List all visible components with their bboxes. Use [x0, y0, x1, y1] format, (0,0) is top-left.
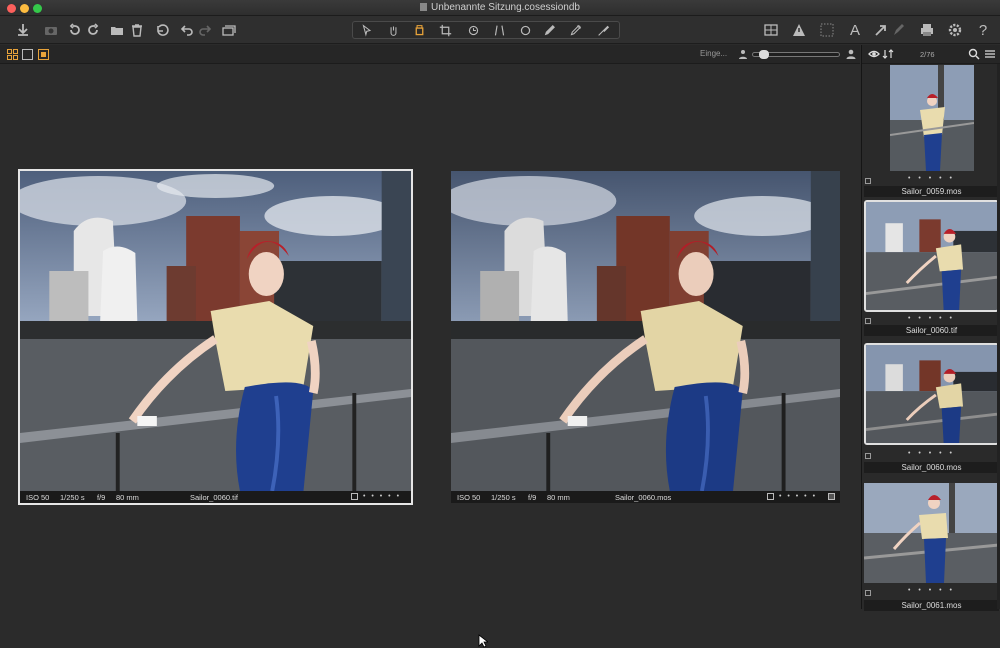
thumbnail-rating[interactable]: • • • • • [864, 175, 999, 182]
thumbnail-image [890, 65, 974, 171]
iso-value: ISO 50 [26, 493, 50, 502]
brush-icon[interactable] [539, 23, 559, 38]
circle-icon[interactable] [515, 23, 535, 38]
caption-left: ISO 50 1/250 s f/9 80 mm Sailor_0060.tif… [20, 491, 411, 503]
thumbnail-checkbox[interactable] [865, 318, 871, 324]
document-icon [420, 3, 427, 11]
trash-icon[interactable] [128, 21, 146, 39]
rotate-icon[interactable] [463, 23, 483, 38]
undo-icon[interactable] [178, 21, 196, 39]
zoom-slider[interactable] [752, 50, 840, 59]
thumbnail-checkbox[interactable] [865, 590, 871, 596]
photo-left [20, 171, 411, 491]
iso-value: ISO 50 [457, 493, 481, 502]
select-checkbox[interactable] [767, 493, 774, 500]
camera-icon[interactable] [42, 21, 60, 39]
filename-label: Sailor_0060.mos [615, 493, 672, 502]
thumbnail-rating[interactable]: • • • • • [864, 450, 999, 457]
warning-icon[interactable] [790, 21, 808, 39]
sailor-photo-right [451, 171, 840, 491]
select-checkbox[interactable] [351, 493, 358, 500]
focal-value: 80 mm [547, 493, 570, 502]
sort-icon[interactable] [882, 48, 894, 60]
eraser-icon[interactable] [565, 23, 585, 38]
thumbnail-checkbox[interactable] [865, 453, 871, 459]
shutter-value: 1/250 s [60, 493, 85, 502]
thumbnail-photo [890, 65, 974, 171]
person-large-icon [846, 49, 856, 59]
browser-panel: 2/76 • • • • • Sailor_0059.mos • • • • •… [861, 45, 1000, 611]
window-title-text: Unbenannte Sitzung.cosessiondb [431, 2, 580, 13]
caption-right: ISO 50 1/250 s f/9 80 mm Sailor_0060.mos… [451, 491, 840, 503]
thumbnail-image [864, 483, 999, 583]
photo-right [451, 171, 840, 491]
focus-icon[interactable] [818, 21, 836, 39]
color-tag-icon[interactable] [828, 493, 835, 500]
cursor-tools-group [352, 21, 620, 39]
single-view-icon[interactable] [22, 49, 33, 60]
copy-icon[interactable] [220, 21, 238, 39]
crop-bucket-icon[interactable] [409, 23, 429, 38]
print-icon[interactable] [918, 21, 936, 39]
settings-icon[interactable] [946, 21, 964, 39]
shutter-value: 1/250 s [491, 493, 516, 502]
image-counter: 2/76 [920, 50, 935, 59]
keystone-icon[interactable] [489, 23, 509, 38]
text-icon[interactable]: A [846, 21, 864, 39]
rating-dots[interactable]: • • • • • [363, 493, 401, 500]
folder-icon[interactable] [108, 21, 126, 39]
thumbnail-rating[interactable]: • • • • • [864, 587, 999, 594]
thumbnail-name: Sailor_0061.mos [864, 600, 999, 611]
apply-icon[interactable] [872, 21, 890, 39]
viewer-subbar: Einge... [0, 45, 860, 64]
crop-icon[interactable] [435, 23, 455, 38]
primary-view-icon[interactable] [38, 49, 49, 60]
aperture-value: f/9 [528, 493, 537, 502]
reset-icon[interactable] [152, 21, 170, 39]
rotate-left-icon[interactable] [66, 21, 84, 39]
window-title: Unbenannte Sitzung.cosessiondb [0, 2, 1000, 13]
thumbnail-name: Sailor_0059.mos [864, 186, 999, 197]
person-small-icon [739, 50, 747, 59]
search-icon[interactable] [968, 48, 980, 60]
thumbnail-checkbox[interactable] [865, 178, 871, 184]
sailor-photo-left [20, 171, 411, 491]
picker-icon[interactable] [593, 23, 613, 38]
focal-value: 80 mm [116, 493, 139, 502]
thumbnail-rating[interactable]: • • • • • [864, 315, 999, 322]
pencil-icon[interactable] [890, 21, 908, 39]
browser-toolbar: 2/76 [862, 45, 1000, 64]
rotate-right-icon[interactable] [84, 21, 102, 39]
rating-dots[interactable]: • • • • • [779, 493, 817, 500]
multi-view-icon[interactable] [7, 49, 18, 60]
aperture-value: f/9 [97, 493, 106, 502]
filename-label: Sailor_0060.tif [190, 493, 238, 502]
grid-icon[interactable] [762, 21, 780, 39]
thumbnail-photo [866, 345, 997, 443]
thumbnail-image [864, 200, 999, 312]
viewer-image-left[interactable]: ISO 50 1/250 s f/9 80 mm Sailor_0060.tif… [18, 169, 413, 505]
import-icon[interactable] [14, 21, 32, 39]
eye-icon[interactable] [868, 48, 880, 60]
title-bar: Unbenannte Sitzung.cosessiondb [0, 0, 1000, 16]
help-icon[interactable]: ? [974, 21, 992, 39]
hand-icon[interactable] [383, 23, 403, 38]
thumbnail-name: Sailor_0060.mos [864, 462, 999, 473]
main-toolbar: A ? [0, 16, 1000, 44]
filter-label[interactable]: Einge... [700, 49, 727, 58]
thumbnail-name: Sailor_0060.tif [864, 325, 999, 336]
image-viewer: ISO 50 1/250 s f/9 80 mm Sailor_0060.tif… [0, 64, 860, 648]
thumbnail-image [864, 343, 999, 445]
select-icon[interactable] [357, 23, 377, 38]
mouse-cursor-icon [478, 634, 488, 648]
viewer-image-right[interactable]: ISO 50 1/250 s f/9 80 mm Sailor_0060.mos… [451, 171, 840, 503]
thumbnail-photo [864, 483, 999, 583]
zoom-slider-knob[interactable] [759, 50, 769, 59]
thumbnail-photo [866, 202, 997, 310]
list-view-icon[interactable] [984, 48, 996, 60]
redo-icon[interactable] [196, 21, 214, 39]
